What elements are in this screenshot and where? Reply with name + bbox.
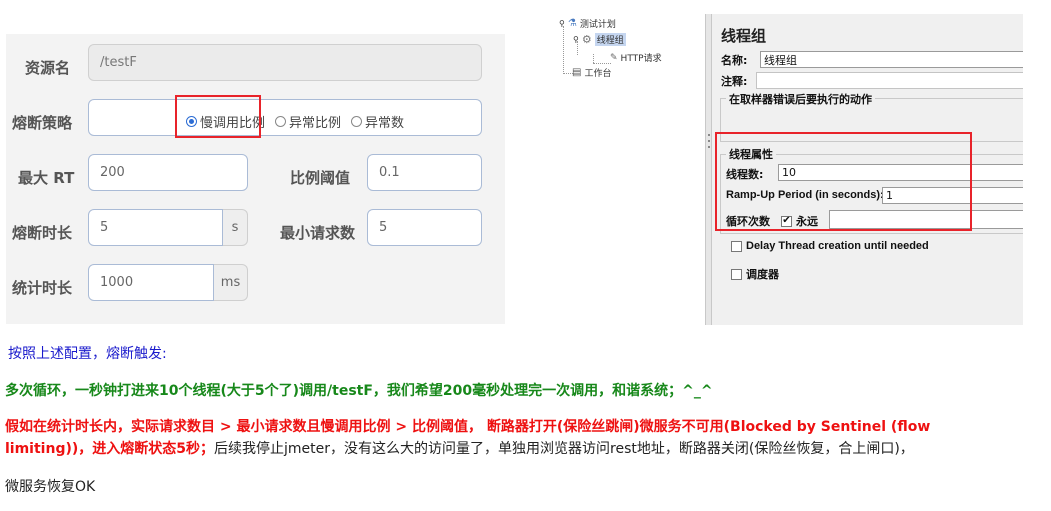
highlight-box — [175, 95, 261, 138]
strategy-option-error-count[interactable]: 异常数 — [351, 112, 404, 131]
gear-icon: ⚙ — [581, 33, 592, 46]
expand-toggle-icon[interactable]: ⚲ — [573, 35, 579, 44]
min-requests-input[interactable]: 5 — [367, 209, 482, 246]
test-tree: ⚲ ⚗ 测试计划 ⚲ ⚙ 线程组 ✎ HTTP请求 ▤ 工作台 — [558, 14, 705, 325]
expand-toggle-icon[interactable]: ⚲ — [559, 19, 565, 28]
max-rt-label: 最大 RT — [18, 169, 75, 187]
delay-thread-checkbox[interactable]: Delay Thread creation until needed — [731, 240, 929, 252]
break-duration-label: 熔断时长 — [12, 224, 73, 242]
highlight-box — [715, 132, 972, 231]
note-line-5: 微服务恢复OK — [5, 479, 96, 495]
checkbox-icon — [731, 268, 742, 280]
strategy-option-error-ratio[interactable]: 异常比例 — [275, 112, 341, 131]
note-line-3: 假如在统计时长内，实际请求数目 > 最小请求数且慢调用比例 > 比例阈值， 断路… — [5, 419, 931, 435]
scheduler-checkbox[interactable]: 调度器 — [731, 266, 779, 282]
break-duration-unit: s — [223, 209, 248, 246]
error-action-label: 在取样器错误后要执行的动作 — [726, 91, 875, 107]
clipboard-icon: ▤ — [572, 67, 582, 78]
note-line-4: limiting))，进入熔断状态5秒；后续我停止jmeter，没有这么大的访问… — [5, 438, 914, 458]
tree-item-thread-group[interactable]: ⚲ ⚙ 线程组 — [573, 33, 626, 46]
radio-icon — [351, 116, 363, 127]
comment-input[interactable] — [756, 72, 1023, 89]
jmeter-window: ⚲ ⚗ 测试计划 ⚲ ⚙ 线程组 ✎ HTTP请求 ▤ 工作台 线程组 名称: … — [558, 14, 1023, 325]
pen-icon: ✎ — [610, 52, 618, 63]
splitter-handle[interactable] — [705, 14, 712, 325]
tree-item-workbench[interactable]: ▤ 工作台 — [572, 66, 611, 79]
note-line-4-red: limiting))，进入熔断状态5秒； — [5, 441, 215, 457]
resource-name-input[interactable]: /testF — [88, 44, 482, 81]
max-rt-input[interactable]: 200 — [88, 154, 248, 191]
flask-icon: ⚗ — [567, 18, 577, 29]
note-line-4-black: 后续我停止jmeter，没有这么大的访问量了，单独用浏览器访问rest地址，断路… — [214, 441, 914, 457]
strategy-label: 熔断策略 — [12, 114, 73, 132]
ratio-threshold-input[interactable]: 0.1 — [367, 154, 482, 191]
stat-duration-input[interactable]: 1000 — [88, 264, 214, 301]
name-label: 名称: — [721, 54, 748, 67]
panel-title: 线程组 — [721, 27, 767, 45]
note-line-2: 多次循环，一秒钟打进来10个线程(大于5个了)调用/testF，我们希望200毫… — [5, 383, 713, 399]
ratio-threshold-label: 比例阈值 — [290, 169, 351, 187]
stat-duration-unit: ms — [214, 264, 248, 301]
degrade-rule-form: 资源名 /testF 熔断策略 慢调用比例 异常比例 异常数 最大 RT 200… — [6, 34, 505, 324]
min-requests-label: 最小请求数 — [280, 224, 356, 242]
stat-duration-label: 统计时长 — [12, 279, 73, 297]
resource-name-label: 资源名 — [25, 59, 71, 77]
name-input[interactable]: 线程组 — [760, 51, 1023, 68]
radio-icon — [275, 116, 287, 127]
comment-label: 注释: — [721, 75, 748, 88]
tree-item-test-plan[interactable]: ⚲ ⚗ 测试计划 — [559, 17, 616, 30]
checkbox-icon — [731, 240, 742, 252]
break-duration-input[interactable]: 5 — [88, 209, 223, 246]
note-line-1: 按照上述配置，熔断触发: — [8, 346, 167, 362]
tree-item-http-request[interactable]: ✎ HTTP请求 — [610, 51, 662, 65]
